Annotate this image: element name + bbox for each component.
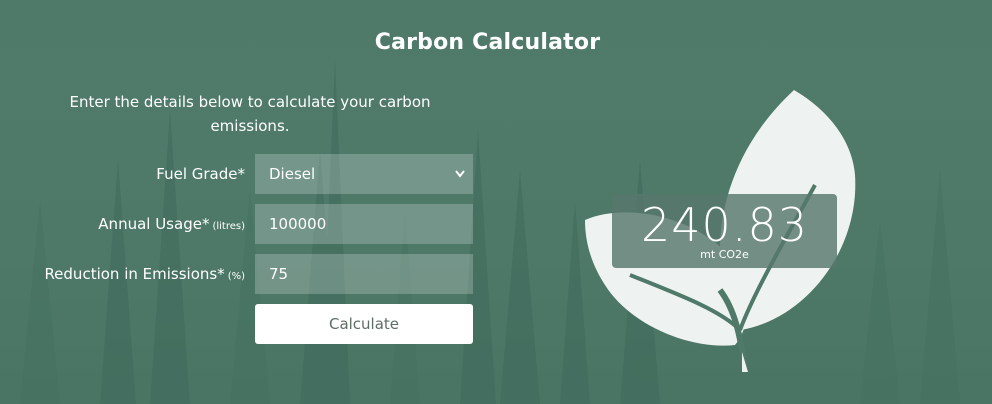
reduction-input[interactable]: 75: [255, 254, 473, 294]
reduction-row: Reduction in Emissions* (%) 75: [0, 254, 480, 294]
fuel-grade-select[interactable]: Diesel: [255, 154, 473, 194]
result-box: 240.83 mt CO2e: [612, 194, 837, 268]
fuel-grade-label-text: Fuel Grade*: [156, 165, 245, 183]
annual-usage-row: Annual Usage* (litres) 100000: [0, 204, 480, 244]
intro-text: Enter the details below to calculate you…: [69, 93, 431, 135]
annual-usage-label-text: Annual Usage*: [98, 215, 210, 233]
annual-usage-label: Annual Usage* (litres): [98, 204, 245, 244]
reduction-label-text: Reduction in Emissions*: [44, 265, 225, 283]
annual-usage-value: 100000: [269, 215, 327, 233]
calculate-button[interactable]: Calculate: [255, 304, 473, 344]
result-value: 240.83: [641, 198, 808, 252]
annual-usage-input[interactable]: 100000: [255, 204, 473, 244]
fuel-grade-value: Diesel: [269, 165, 316, 183]
reduction-label: Reduction in Emissions* (%): [44, 254, 245, 294]
annual-usage-unit: (litres): [212, 221, 245, 232]
reduction-unit: (%): [227, 271, 245, 282]
reduction-value: 75: [269, 265, 289, 283]
result-unit: mt CO2e: [700, 248, 749, 261]
fuel-grade-row: Fuel Grade* Diesel: [0, 154, 480, 194]
chevron-down-icon: [455, 154, 465, 210]
fuel-grade-label: Fuel Grade*: [156, 154, 245, 194]
page-title: Carbon Calculator: [374, 30, 601, 55]
